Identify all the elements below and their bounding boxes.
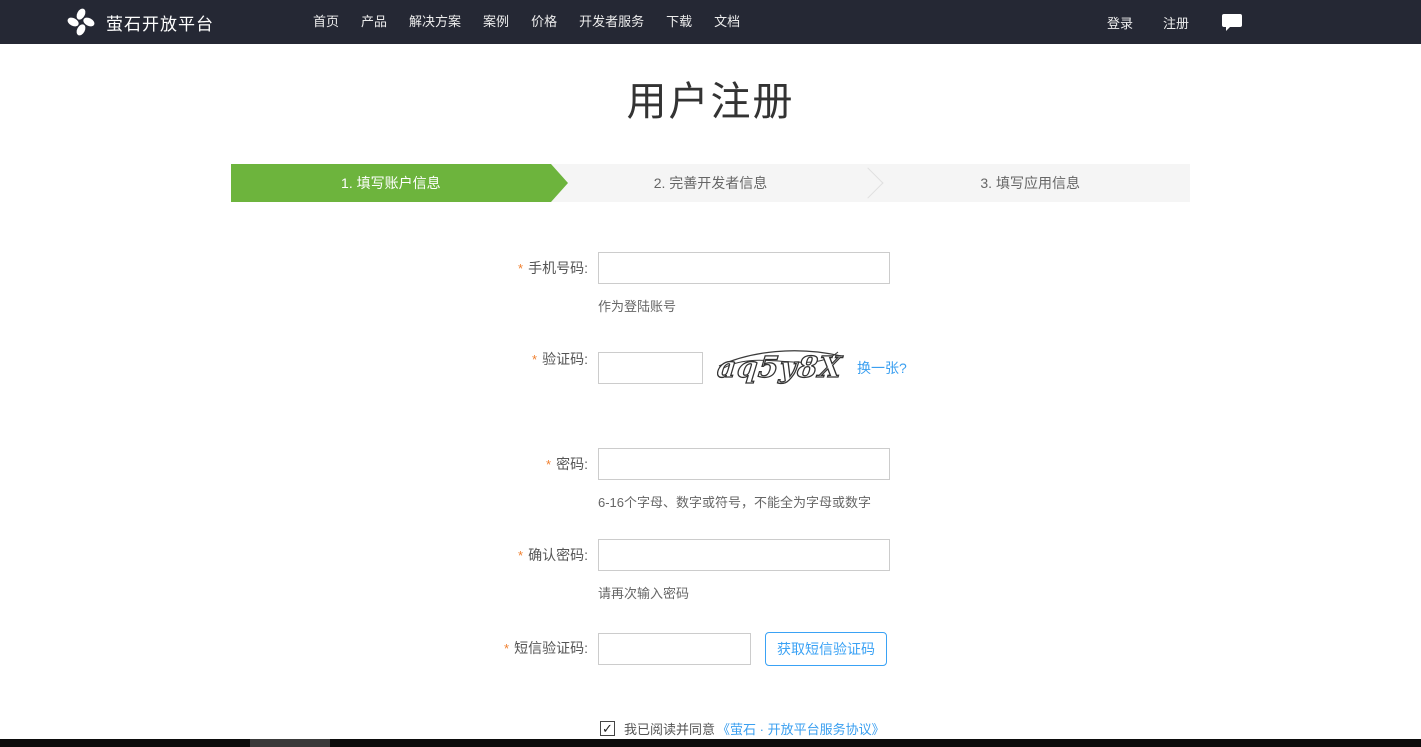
step-3-app-info: 3. 填写应用信息: [870, 164, 1190, 202]
sms-code-row: *短信验证码: 获取短信验证码: [231, 632, 1190, 719]
step-2-developer-info: 2. 完善开发者信息: [551, 164, 871, 202]
nav-item-solutions[interactable]: 解决方案: [398, 0, 472, 44]
nav-item-docs[interactable]: 文档: [703, 0, 751, 44]
register-link[interactable]: 注册: [1163, 13, 1189, 32]
main-nav: 首页 产品 解决方案 案例 价格 开发者服务 下载 文档: [302, 0, 751, 44]
agreement-row: ✓ 我已阅读并同意 《萤石 · 开放平台服务协议》: [600, 719, 1190, 738]
required-marker: *: [518, 261, 523, 276]
nav-item-download[interactable]: 下载: [655, 0, 703, 44]
get-sms-code-button[interactable]: 获取短信验证码: [765, 632, 887, 666]
confirm-password-input[interactable]: [598, 539, 890, 571]
required-marker: *: [532, 352, 537, 367]
password-row: *密码: 6-16个字母、数字或符号，不能全为字母或数字: [231, 448, 1190, 539]
nav-item-developer-services[interactable]: 开发者服务: [568, 0, 655, 44]
pinwheel-logo-icon: [66, 7, 96, 37]
bottom-edge-bar: [0, 739, 1421, 747]
brand-name: 萤石开放平台: [106, 10, 214, 35]
phone-input[interactable]: [598, 252, 890, 284]
registration-steps: 1. 填写账户信息 2. 完善开发者信息 3. 填写应用信息: [231, 164, 1190, 202]
checkbox-check-icon: ✓: [602, 722, 613, 735]
step-2-label: 2. 完善开发者信息: [654, 173, 768, 193]
captcha-refresh-link[interactable]: 换一张?: [857, 358, 907, 378]
chat-bubble-icon[interactable]: [1221, 13, 1243, 31]
password-label: *密码:: [231, 448, 588, 539]
required-marker: *: [504, 641, 509, 656]
page-title: 用户注册: [0, 69, 1421, 127]
captcha-input[interactable]: [598, 352, 703, 384]
nav-item-products[interactable]: 产品: [350, 0, 398, 44]
header-right: 登录 注册: [1077, 13, 1243, 32]
sms-code-label: *短信验证码:: [231, 632, 588, 719]
agreement-text: 我已阅读并同意: [624, 719, 715, 738]
captcha-text: aq5y8X: [717, 350, 844, 384]
nav-item-pricing[interactable]: 价格: [520, 0, 568, 44]
password-input[interactable]: [598, 448, 890, 480]
captcha-label: *验证码:: [231, 343, 588, 448]
nav-item-home[interactable]: 首页: [302, 0, 350, 44]
phone-row: *手机号码: 作为登陆账号: [231, 252, 1190, 343]
phone-hint: 作为登陆账号: [598, 296, 890, 315]
sms-code-input[interactable]: [598, 633, 751, 665]
step-1-label: 1. 填写账户信息: [341, 173, 441, 193]
top-navbar: 萤石开放平台 首页 产品 解决方案 案例 价格 开发者服务 下载 文档 登录 注…: [0, 0, 1421, 44]
password-hint: 6-16个字母、数字或符号，不能全为字母或数字: [598, 492, 890, 511]
confirm-password-row: *确认密码: 请再次输入密码: [231, 539, 1190, 632]
captcha-image[interactable]: aq5y8X: [717, 343, 845, 392]
confirm-password-hint: 请再次输入密码: [598, 583, 890, 602]
required-marker: *: [518, 548, 523, 563]
captcha-row: *验证码: aq5y8X 换一张?: [231, 343, 1190, 448]
step-3-label: 3. 填写应用信息: [980, 173, 1080, 193]
login-link[interactable]: 登录: [1107, 13, 1133, 32]
phone-label: *手机号码:: [231, 252, 588, 343]
service-agreement-link[interactable]: 《萤石 · 开放平台服务协议》: [717, 719, 885, 738]
brand-logo[interactable]: 萤石开放平台: [66, 7, 214, 37]
nav-item-cases[interactable]: 案例: [472, 0, 520, 44]
registration-form: *手机号码: 作为登陆账号 *验证码: aq5y8X: [231, 252, 1190, 747]
bottom-edge-segment: [250, 739, 330, 747]
step-1-account-info: 1. 填写账户信息: [231, 164, 551, 202]
required-marker: *: [546, 457, 551, 472]
agreement-checkbox[interactable]: ✓: [600, 721, 615, 736]
confirm-password-label: *确认密码:: [231, 539, 588, 632]
